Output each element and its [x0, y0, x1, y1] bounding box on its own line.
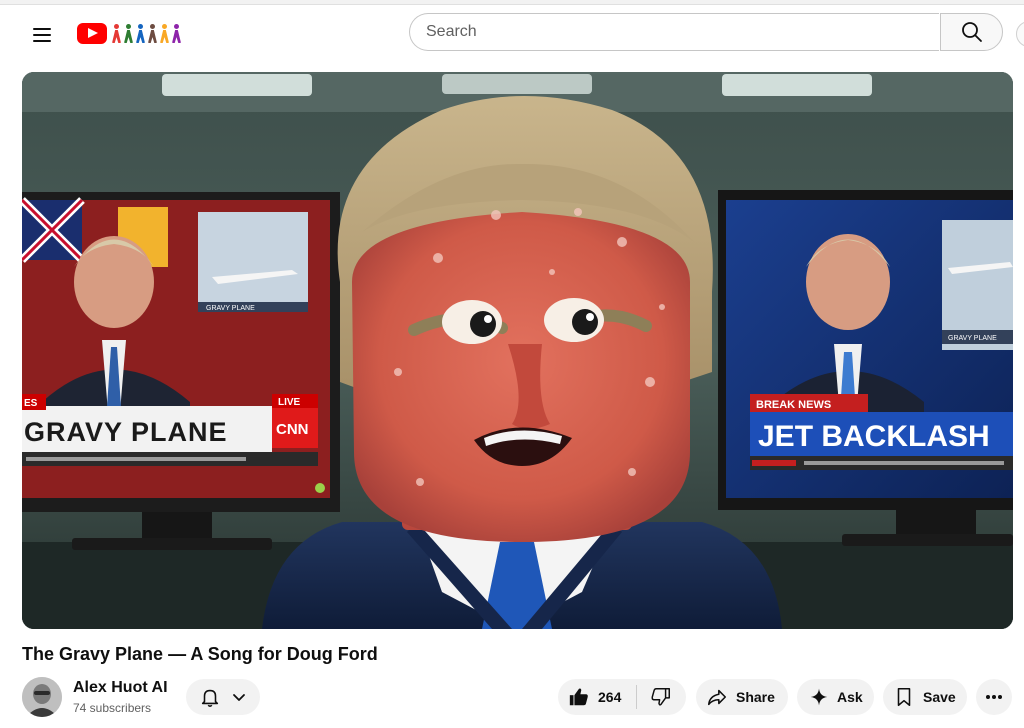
menu-icon-bar: [33, 34, 51, 36]
svg-text:LIVE: LIVE: [278, 397, 301, 408]
right-tv-screen: GRAVY PLANE BREAK NEWS JET BACKLASH: [718, 190, 1013, 546]
like-button[interactable]: 264: [558, 679, 636, 715]
avatar-image: [22, 677, 62, 717]
svg-text:CNN: CNN: [276, 421, 309, 438]
sparkle-icon: [810, 688, 828, 706]
ask-button[interactable]: Ask: [797, 679, 874, 715]
dislike-button[interactable]: [637, 679, 685, 715]
svg-text:GRAVY PLANE: GRAVY PLANE: [24, 417, 228, 447]
search-icon: [961, 22, 982, 42]
like-dislike-group: 264: [558, 679, 686, 715]
svg-text:GRAVY PLANE: GRAVY PLANE: [948, 335, 997, 342]
menu-button[interactable]: [24, 17, 60, 53]
svg-text:JET BACKLASH: JET BACKLASH: [758, 420, 990, 453]
doodle-figure: [171, 24, 182, 44]
channel-avatar[interactable]: [22, 677, 62, 717]
subscriber-count: 74 subscribers: [73, 701, 152, 715]
voice-search-button[interactable]: [1016, 21, 1024, 47]
youtube-logo[interactable]: [77, 21, 182, 45]
search-box: [409, 13, 1003, 51]
left-tv-screen: GRAVY PLANE GRAVY PLANE LIVE CNN ES: [22, 192, 340, 550]
logo-doodle-figures: [111, 22, 182, 44]
video-frame: GRAVY PLANE GRAVY PLANE LIVE CNN ES GRAV…: [22, 72, 1013, 629]
doodle-figure: [111, 24, 122, 44]
youtube-play-icon: [77, 22, 107, 44]
like-count: 264: [598, 689, 622, 705]
masthead: [0, 5, 1024, 61]
share-button[interactable]: Share: [696, 679, 788, 715]
notifications-button[interactable]: [186, 679, 260, 715]
channel-name[interactable]: Alex Huot AI: [73, 679, 168, 697]
bell-icon: [201, 689, 219, 707]
menu-icon-bar: [33, 28, 51, 30]
doodle-figure: [135, 24, 146, 44]
video-title: The Gravy Plane — A Song for Doug Ford: [22, 644, 378, 664]
ask-label: Ask: [837, 689, 863, 705]
svg-text:GRAVY PLANE: GRAVY PLANE: [206, 305, 255, 312]
svg-text:ES: ES: [24, 398, 38, 409]
chevron-down-icon: [233, 694, 245, 701]
save-label: Save: [923, 689, 956, 705]
more-actions-button[interactable]: [976, 679, 1012, 715]
save-button[interactable]: Save: [883, 679, 967, 715]
doodle-figure: [147, 24, 158, 44]
bookmark-icon: [897, 687, 911, 707]
thumbs-up-icon: [569, 688, 588, 706]
doodle-figure: [123, 24, 134, 44]
video-player[interactable]: GRAVY PLANE GRAVY PLANE LIVE CNN ES GRAV…: [22, 72, 1013, 629]
more-horizontal-icon: [986, 695, 1002, 699]
share-icon: [707, 689, 727, 706]
search-button[interactable]: [940, 13, 1003, 51]
svg-text:BREAK NEWS: BREAK NEWS: [756, 399, 831, 411]
thumbs-down-icon: [651, 688, 670, 706]
share-label: Share: [736, 689, 775, 705]
doodle-figure: [159, 24, 170, 44]
menu-icon-bar: [33, 40, 51, 42]
search-input[interactable]: [409, 13, 939, 51]
